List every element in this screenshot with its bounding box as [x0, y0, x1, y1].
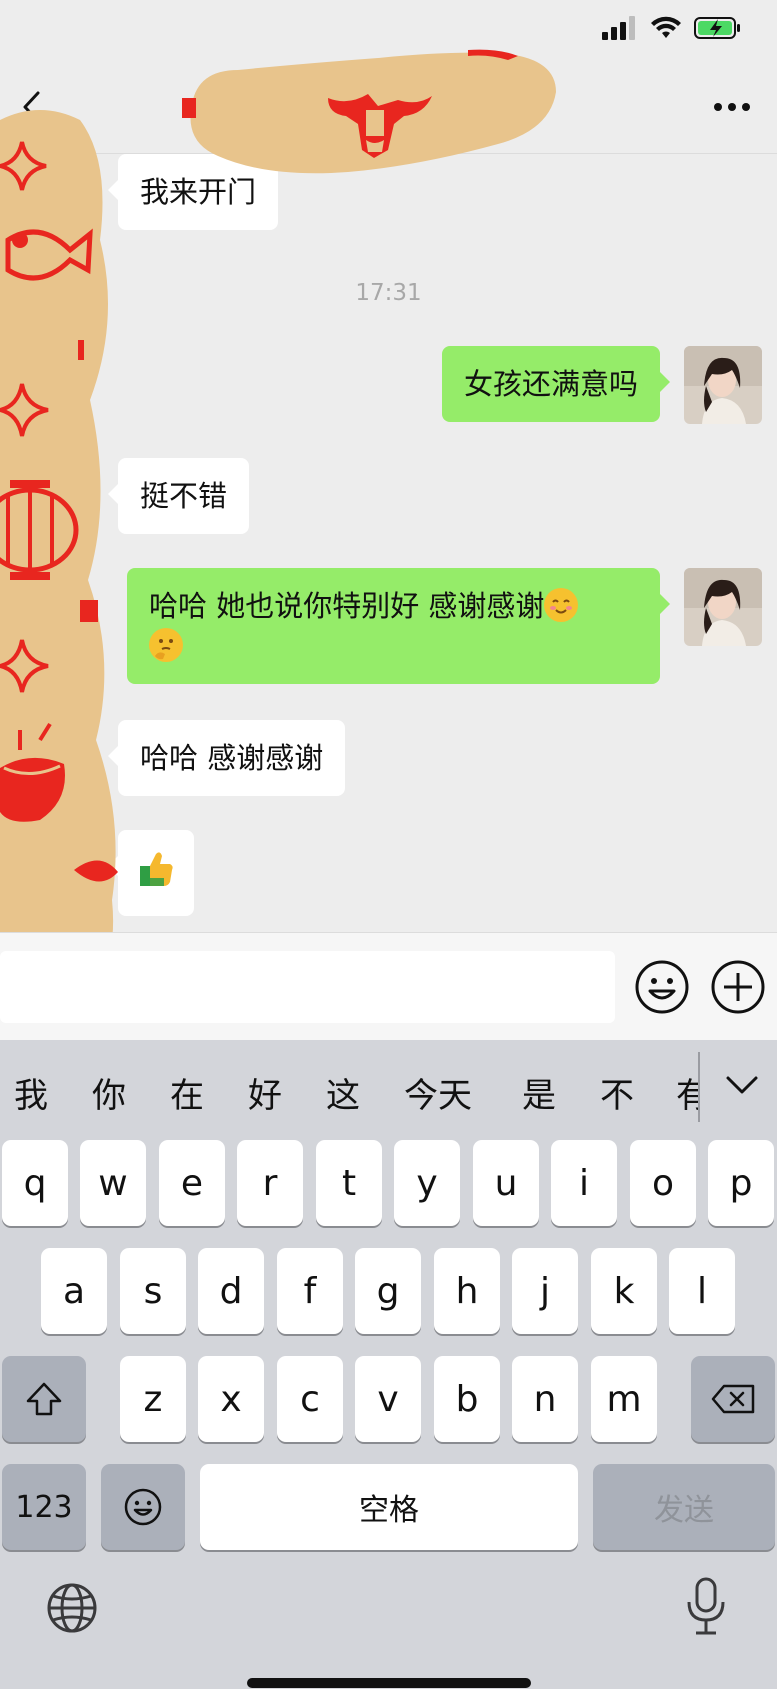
key-n[interactable]: n: [512, 1356, 578, 1442]
key-y[interactable]: y: [394, 1140, 460, 1226]
chat-header: [0, 60, 777, 154]
candidate-word[interactable]: 在: [170, 1068, 204, 1117]
shift-arrow-icon: [26, 1382, 62, 1416]
space-key[interactable]: 空格: [200, 1464, 578, 1550]
key-t[interactable]: t: [316, 1140, 382, 1226]
key-z[interactable]: z: [120, 1356, 186, 1442]
candidate-bar: 我 你 在 好 这 今天 是 不 有: [0, 1040, 777, 1140]
message-input[interactable]: [0, 951, 615, 1023]
key-v[interactable]: v: [355, 1356, 421, 1442]
key-i[interactable]: i: [551, 1140, 617, 1226]
key-f[interactable]: f: [277, 1248, 343, 1334]
candidate-word[interactable]: 是: [522, 1068, 556, 1117]
avatar-photo: [684, 346, 762, 424]
message-outgoing[interactable]: 哈哈 她也说你特别好 感谢感谢: [127, 568, 670, 684]
wifi-icon: [651, 16, 681, 38]
key-e[interactable]: e: [159, 1140, 225, 1226]
key-b[interactable]: b: [434, 1356, 500, 1442]
smiley-icon[interactable]: [634, 959, 690, 1015]
key-o[interactable]: o: [630, 1140, 696, 1226]
chevron-left-icon[interactable]: [20, 90, 44, 124]
status-bar: [0, 0, 777, 60]
key-g[interactable]: g: [355, 1248, 421, 1334]
delete-key[interactable]: [691, 1356, 775, 1442]
message-outgoing[interactable]: 女孩还满意吗: [441, 346, 671, 422]
candidate-word[interactable]: 今天: [404, 1068, 472, 1117]
message-incoming[interactable]: 我来开门: [107, 154, 279, 230]
plus-circle-icon[interactable]: [710, 959, 766, 1015]
key-w[interactable]: w: [80, 1140, 146, 1226]
key-r[interactable]: r: [237, 1140, 303, 1226]
key-c[interactable]: c: [277, 1356, 343, 1442]
key-j[interactable]: j: [512, 1248, 578, 1334]
key-q[interactable]: q: [2, 1140, 68, 1226]
message-incoming-emoji[interactable]: [108, 830, 194, 916]
backspace-icon: [711, 1384, 755, 1414]
candidate-word[interactable]: 不: [600, 1068, 634, 1117]
microphone-icon[interactable]: [684, 1576, 728, 1636]
thinking-face-emoji: [149, 628, 183, 662]
candidate-word[interactable]: 这: [326, 1068, 360, 1117]
candidate-separator: [698, 1052, 700, 1122]
avatar-photo: [684, 568, 762, 646]
candidate-word[interactable]: 好: [248, 1068, 282, 1117]
input-bar: [0, 932, 777, 1040]
home-indicator[interactable]: [247, 1678, 531, 1688]
keyboard: 我 你 在 好 这 今天 是 不 有 q w e r t y u i o p a…: [0, 1040, 777, 1689]
key-x[interactable]: x: [198, 1356, 264, 1442]
key-d[interactable]: d: [198, 1248, 264, 1334]
numbers-key[interactable]: 123: [2, 1464, 86, 1550]
smiling-face-emoji: [544, 588, 579, 622]
emoji-key[interactable]: [101, 1464, 185, 1550]
key-m[interactable]: m: [591, 1356, 657, 1442]
key-s[interactable]: s: [120, 1248, 186, 1334]
key-h[interactable]: h: [434, 1248, 500, 1334]
chevron-down-icon[interactable]: [722, 1070, 762, 1100]
key-l[interactable]: l: [669, 1248, 735, 1334]
message-incoming[interactable]: 挺不错: [107, 458, 250, 534]
avatar[interactable]: [684, 568, 762, 646]
message-incoming[interactable]: 哈哈 感谢感谢: [107, 720, 346, 796]
smiley-icon: [124, 1488, 162, 1526]
shift-key[interactable]: [2, 1356, 86, 1442]
candidate-word[interactable]: 有: [676, 1068, 698, 1117]
signal-icon: [602, 16, 635, 40]
chat-screen: 我来开门 17:31 女孩还满意吗 挺不错 哈哈 她也说你特别好 感谢感谢 哈哈…: [0, 0, 777, 1689]
thumbs-up-emoji: [140, 852, 173, 886]
candidate-word[interactable]: 你: [92, 1068, 126, 1117]
battery-charging-icon: [694, 17, 740, 39]
key-u[interactable]: u: [473, 1140, 539, 1226]
key-k[interactable]: k: [591, 1248, 657, 1334]
key-p[interactable]: p: [708, 1140, 774, 1226]
candidate-word[interactable]: 我: [14, 1068, 48, 1117]
message-text: 哈哈 她也说你特别好 感谢感谢: [149, 589, 545, 623]
message-timestamp: 17:31: [355, 280, 422, 306]
avatar[interactable]: [684, 346, 762, 424]
globe-icon[interactable]: [46, 1582, 98, 1634]
message-list[interactable]: 我来开门 17:31 女孩还满意吗 挺不错 哈哈 她也说你特别好 感谢感谢 哈哈…: [0, 154, 777, 932]
key-a[interactable]: a: [41, 1248, 107, 1334]
send-key[interactable]: 发送: [593, 1464, 775, 1550]
ellipsis-icon[interactable]: [712, 100, 752, 114]
